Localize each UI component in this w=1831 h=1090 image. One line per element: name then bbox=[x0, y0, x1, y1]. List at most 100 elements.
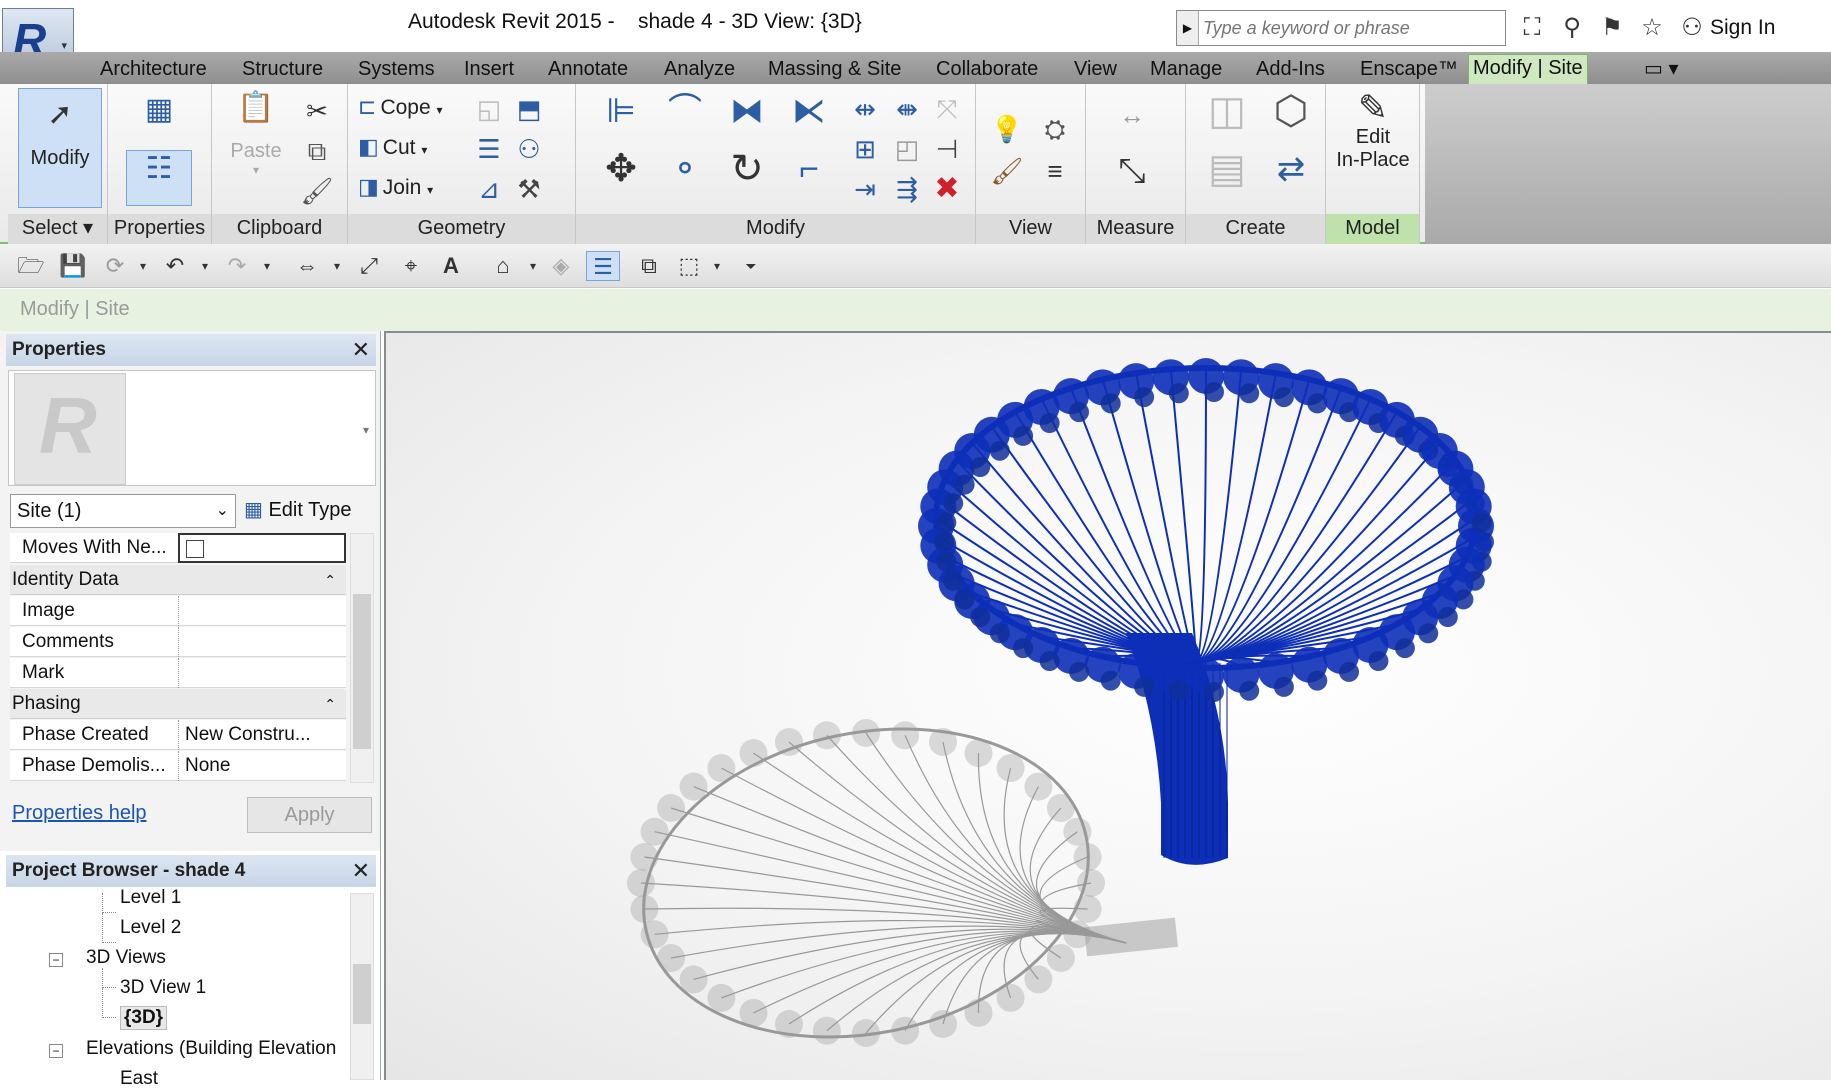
delete-icon[interactable]: ✖ bbox=[930, 172, 964, 206]
split-element-icon[interactable]: ⇹ bbox=[848, 92, 882, 126]
align-icon[interactable]: ⊫ bbox=[596, 94, 646, 144]
move-icon[interactable]: ✥ bbox=[596, 150, 646, 202]
text-icon[interactable]: A bbox=[436, 251, 466, 281]
line-styles-icon[interactable]: ≡ bbox=[1038, 154, 1072, 188]
collapse-icon[interactable]: − bbox=[49, 953, 63, 967]
measure-between-icon[interactable]: ↔ bbox=[1100, 98, 1164, 132]
demolish-icon[interactable]: ⚇ bbox=[512, 132, 546, 166]
tab-add-ins[interactable]: Add-Ins bbox=[1252, 56, 1329, 84]
linework-brush-icon[interactable]: 🖌 bbox=[990, 154, 1024, 188]
close-icon[interactable]: ✕ bbox=[352, 334, 370, 366]
mirror-pick-axis-icon[interactable]: ⧓ bbox=[722, 94, 772, 144]
tree-item-east[interactable]: East bbox=[120, 1068, 158, 1090]
tab-analyze[interactable]: Analyze bbox=[660, 56, 739, 84]
tree-item-3d-view-1[interactable]: 3D View 1 bbox=[120, 977, 206, 999]
redo-icon[interactable]: ↷ bbox=[222, 251, 252, 281]
moves-with-checkbox[interactable] bbox=[186, 540, 204, 558]
type-selector-dropdown[interactable]: Site (1) ⌄ bbox=[10, 494, 236, 528]
section-icon[interactable]: ◈ bbox=[546, 251, 576, 281]
property-value[interactable] bbox=[178, 596, 346, 626]
tree-item-elevations[interactable]: Elevations (Building Elevation bbox=[86, 1038, 350, 1060]
chevron-down-icon[interactable]: ▾ bbox=[518, 251, 548, 281]
tab-systems[interactable]: Systems bbox=[354, 56, 439, 84]
override-graphics-icon[interactable]: ⛭ bbox=[1038, 112, 1072, 146]
array-icon[interactable]: ⊞ bbox=[848, 132, 882, 166]
trim-extend-corner-icon[interactable]: ⌐ bbox=[784, 152, 834, 202]
chevron-down-icon[interactable]: ▾ bbox=[128, 251, 158, 281]
create-assembly-icon[interactable]: ◫ bbox=[1200, 91, 1254, 148]
tab-manage[interactable]: Manage bbox=[1146, 56, 1226, 84]
properties-scrollbar[interactable] bbox=[350, 533, 374, 783]
offset-icon[interactable]: ⌒ bbox=[660, 94, 710, 144]
scrollbar-thumb[interactable] bbox=[353, 964, 371, 1024]
create-parts-icon[interactable]: ⬡ bbox=[1264, 91, 1318, 148]
hammer-icon[interactable]: ⚒ bbox=[512, 172, 546, 206]
property-value[interactable] bbox=[178, 627, 346, 657]
switch-windows-icon[interactable]: ⬚ bbox=[674, 251, 704, 281]
pin-icon[interactable]: ⊣ bbox=[930, 132, 964, 166]
tree-item-3d-views[interactable]: 3D Views bbox=[86, 947, 166, 969]
split-with-gap-icon[interactable]: ⇼ bbox=[890, 92, 924, 126]
ribbon-display-toggle-icon[interactable]: ▭ ▾ bbox=[1640, 56, 1683, 84]
split-face-icon[interactable]: ⬒ bbox=[512, 92, 546, 126]
chevron-down-icon[interactable]: ▾ bbox=[190, 251, 220, 281]
default-3d-view-icon[interactable]: ⌂ bbox=[488, 251, 518, 281]
type-properties-button[interactable]: ▦ bbox=[126, 92, 192, 140]
property-value[interactable] bbox=[178, 658, 346, 688]
panel-label-select[interactable]: Select ▾ bbox=[8, 214, 107, 244]
rotate-icon[interactable]: ↻ bbox=[722, 149, 772, 202]
copy-icon[interactable]: ⧉ bbox=[300, 134, 334, 168]
unpin-icon[interactable]: ⤧ bbox=[930, 92, 964, 126]
properties-toggle-button[interactable]: ☷ bbox=[126, 150, 192, 206]
match-properties-icon[interactable]: 🖌 bbox=[300, 174, 334, 208]
beam-joins-icon[interactable]: ⊿ bbox=[472, 172, 506, 206]
cope-button[interactable]: ⊏ Cope ▾ bbox=[358, 94, 443, 120]
close-hidden-windows-icon[interactable]: ⧉ bbox=[634, 251, 664, 281]
property-value[interactable]: New Constru... bbox=[178, 720, 346, 750]
chevron-down-icon[interactable]: ▾ bbox=[252, 251, 282, 281]
properties-help-link[interactable]: Properties help bbox=[12, 802, 147, 825]
tree-item-level-1[interactable]: Level 1 bbox=[120, 887, 181, 909]
tab-architecture[interactable]: Architecture bbox=[96, 56, 211, 84]
trim-extend-multiple-icon[interactable]: ⇶ bbox=[890, 172, 924, 206]
edit-in-place-button[interactable]: ✎ Edit In-Place bbox=[1332, 90, 1414, 206]
cut-geometry-button[interactable]: ◧ Cut ▾ bbox=[358, 134, 427, 160]
property-value[interactable]: None bbox=[178, 751, 346, 781]
tab-collaborate[interactable]: Collaborate bbox=[932, 56, 1042, 84]
tab-enscape[interactable]: Enscape™ bbox=[1356, 56, 1462, 84]
property-value[interactable] bbox=[178, 533, 346, 563]
trim-extend-single-icon[interactable]: ⇥ bbox=[848, 172, 882, 206]
tab-structure[interactable]: Structure bbox=[238, 56, 327, 84]
search-box[interactable]: ▶ bbox=[1176, 10, 1506, 46]
subscription-key-icon[interactable]: ⚲ bbox=[1556, 12, 1588, 44]
tab-modify-site[interactable]: Modify | Site bbox=[1468, 54, 1588, 84]
search-input[interactable] bbox=[1203, 16, 1498, 40]
create-group-icon[interactable]: ⇄ bbox=[1264, 152, 1318, 206]
wall-joins-icon[interactable]: ◱ bbox=[472, 92, 506, 126]
communication-center-icon[interactable]: ⚑ bbox=[1596, 12, 1628, 44]
binoculars-icon[interactable]: ⛶ bbox=[1516, 12, 1548, 44]
open-folder-icon[interactable]: 🗁 bbox=[16, 251, 46, 281]
tab-massing-site[interactable]: Massing & Site bbox=[764, 56, 905, 84]
modify-button[interactable]: ➚ Modify bbox=[18, 88, 102, 208]
tab-annotate[interactable]: Annotate bbox=[544, 56, 632, 84]
3d-viewport[interactable] bbox=[384, 331, 1831, 1080]
create-similar-icon[interactable]: ▤ bbox=[1200, 149, 1254, 206]
thin-lines-icon[interactable]: ☰ bbox=[586, 251, 620, 281]
apply-button[interactable]: Apply bbox=[247, 797, 372, 833]
canopy-model[interactable] bbox=[918, 358, 1494, 865]
measure-tool-icon[interactable]: ⇔ bbox=[292, 251, 322, 281]
synchronize-icon[interactable]: ⟳ bbox=[100, 251, 130, 281]
scrollbar-thumb[interactable] bbox=[353, 594, 371, 749]
tree-item-level-2[interactable]: Level 2 bbox=[120, 917, 181, 939]
chevron-down-icon[interactable]: ▾ bbox=[322, 251, 352, 281]
aligned-dimension-icon[interactable]: ⤡ bbox=[1100, 154, 1164, 188]
tag-by-category-icon[interactable]: ⌖ bbox=[396, 251, 426, 281]
tab-insert[interactable]: Insert bbox=[460, 56, 518, 84]
chevron-down-icon[interactable]: ▾ bbox=[702, 251, 732, 281]
undo-icon[interactable]: ↶ bbox=[160, 251, 190, 281]
user-icon[interactable]: ⚇ bbox=[1676, 12, 1708, 44]
model-canvas[interactable] bbox=[386, 333, 1831, 1082]
favorites-star-icon[interactable]: ☆ bbox=[1636, 12, 1668, 44]
group-phasing[interactable]: Phasing ⌃ bbox=[10, 689, 346, 719]
